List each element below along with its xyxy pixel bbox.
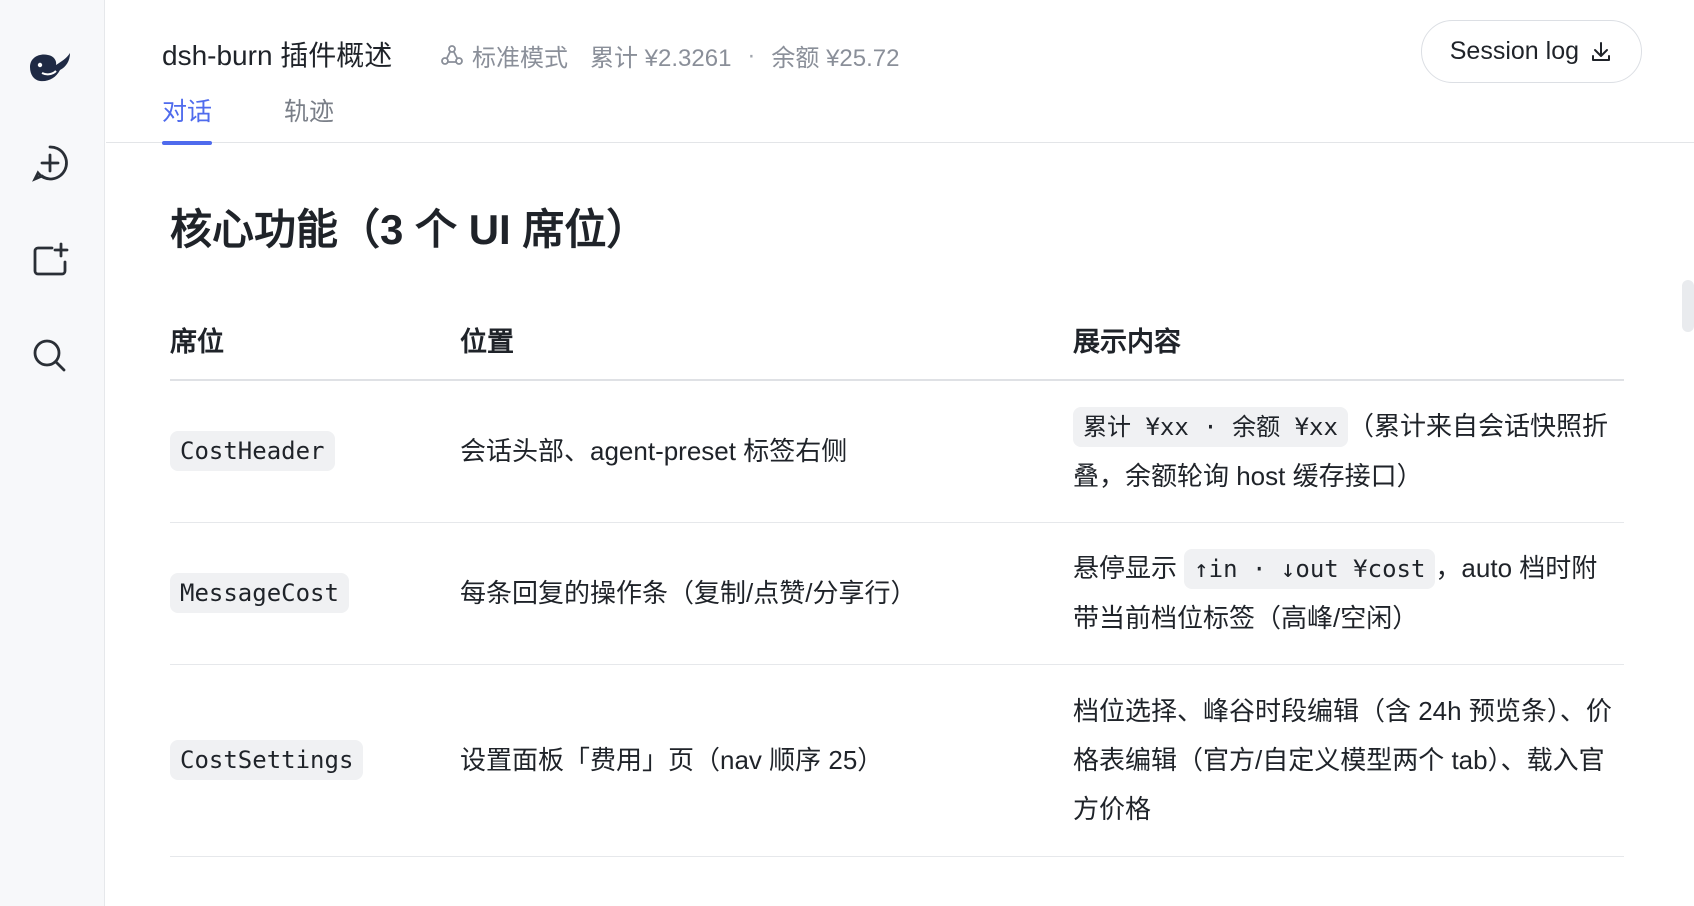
slot-code: CostSettings [170, 740, 364, 780]
table-row: MessageCost 每条回复的操作条（复制/点赞/分享行） 悬停显示 ↑in… [170, 522, 1624, 665]
balance: 余额 ¥25.72 [771, 45, 900, 72]
scrollbar-thumb[interactable] [1682, 280, 1694, 332]
page-title: dsh-burn 插件概述 [162, 40, 393, 71]
meta-separator: · [747, 41, 756, 69]
mode-label: 标准模式 [472, 45, 568, 72]
recycle-icon [441, 44, 463, 65]
display-cell: 档位选择、峰谷时段编辑（含 24h 预览条）、价格表编辑（官方/自定义模型两个 … [1073, 664, 1624, 857]
slot-code: CostHeader [170, 431, 335, 472]
cumulative-cost: 累计 ¥2.3261 [590, 45, 732, 72]
table-row: CostHeader 会话头部、agent-preset 标签右侧 累计 ¥xx… [170, 380, 1624, 523]
location-cell: 设置面板「费用」页（nav 顺序 25） [460, 664, 1073, 857]
slot-code: MessageCost [170, 573, 349, 613]
display-code: ↑in · ↓out ¥cost [1184, 548, 1436, 589]
display-cell: 累计 ¥xx · 余额 ¥xx （累计来自会话快照折叠，余额轮询 host 缓存接… [1073, 380, 1624, 523]
display-code: 累计 ¥xx · 余额 ¥xx [1073, 406, 1348, 447]
download-icon [1592, 41, 1610, 61]
tab-trace[interactable]: 轨迹 [284, 92, 334, 144]
display-cell: 悬停显示 ↑in · ↓out ¥cost ，auto 档时附带当前档位标签（高峰… [1073, 522, 1624, 665]
column-header: 位置 [460, 300, 1073, 381]
slot-cell: MessageCost [170, 522, 460, 665]
slot-cell: CostHeader [170, 380, 460, 523]
session-log-label: Session log [1449, 37, 1579, 65]
search-icon[interactable] [26, 332, 74, 380]
section-heading: 核心功能（3 个 UI 席位） [170, 206, 649, 253]
cost-header: 标准模式 累计 ¥2.3261 · 余额 ¥25.72 [440, 38, 900, 73]
message-content: 核心功能（3 个 UI 席位） 席位 位置 展示内容 CostHeader 会话… [170, 196, 1626, 857]
sidebar [0, 0, 105, 906]
display-prefix: 悬停显示 [1073, 552, 1185, 583]
table-header-row: 席位 位置 展示内容 [170, 300, 1624, 381]
table-row: CostSettings 设置面板「费用」页（nav 顺序 25） 档位选择、峰… [170, 664, 1624, 857]
new-chat-icon[interactable] [26, 139, 74, 187]
whale-logo-icon[interactable] [26, 43, 74, 91]
location-cell: 会话头部、agent-preset 标签右侧 [460, 380, 1073, 523]
location-cell: 每条回复的操作条（复制/点赞/分享行） [460, 522, 1073, 665]
tab-bar: 对话 轨迹 [162, 92, 334, 145]
session-log-button[interactable]: Session log [1420, 20, 1642, 83]
features-table: 席位 位置 展示内容 CostHeader 会话头部、agent-preset … [170, 300, 1624, 857]
main-panel: dsh-burn 插件概述 标准模式 累计 ¥2.3261 · 余额 ¥25.7… [106, 0, 1694, 906]
slot-cell: CostSettings [170, 664, 460, 857]
agent-preset-tag[interactable]: 标准模式 [440, 38, 568, 73]
column-header: 展示内容 [1073, 300, 1624, 381]
column-header: 席位 [170, 300, 460, 381]
conversation-header: dsh-burn 插件概述 标准模式 累计 ¥2.3261 · 余额 ¥25.7… [106, 0, 1694, 145]
new-folder-icon[interactable] [26, 236, 74, 284]
tab-conversation[interactable]: 对话 [162, 92, 213, 145]
